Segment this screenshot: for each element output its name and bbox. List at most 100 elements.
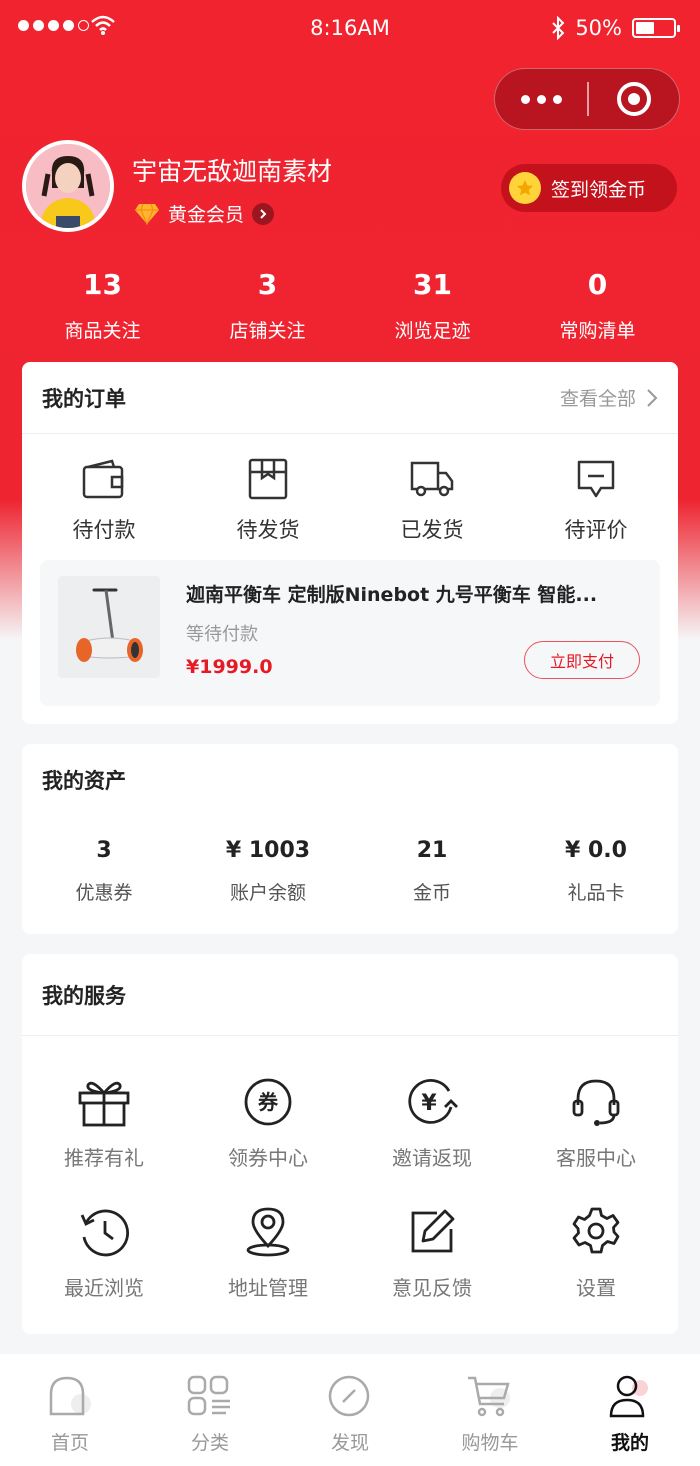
service-label: 意见反馈 [392, 1276, 472, 1300]
service-label: 地址管理 [228, 1276, 308, 1300]
gear-icon [572, 1207, 620, 1254]
tab-home[interactable]: 首页 [0, 1354, 140, 1466]
asset-label: 账户余额 [229, 882, 306, 904]
service-feedback[interactable]: 意见反馈 [350, 1204, 514, 1334]
history-icon [80, 1209, 130, 1257]
services-title: 我的服务 [42, 983, 126, 1008]
tab-cart[interactable]: 购物车 [420, 1354, 560, 1466]
stat-label: 常购清单 [559, 320, 636, 342]
asset-balance[interactable]: ¥ 1003 账户余额 [186, 838, 350, 905]
tab-label: 我的 [610, 1432, 649, 1454]
order-status-shipped[interactable]: 已发货 [350, 456, 514, 544]
gift-icon [78, 1081, 130, 1127]
asset-label: 优惠券 [75, 882, 133, 904]
chevron-right-icon [252, 202, 275, 225]
chevron-right-icon [647, 388, 658, 407]
service-label: 领券中心 [228, 1146, 308, 1170]
tab-mine[interactable]: 我的 [560, 1354, 700, 1466]
stat-value: 31 [413, 268, 452, 301]
service-invite-cashback[interactable]: ¥ 邀请返现 [350, 1074, 514, 1204]
checkin-button[interactable]: 签到领金币 [501, 164, 677, 212]
asset-value: ¥ 0.0 [565, 838, 627, 863]
miniprogram-capsule [494, 68, 680, 130]
checkin-label: 签到领金币 [551, 178, 647, 201]
battery-percent: 50% [575, 16, 622, 40]
stat-item[interactable]: 3 店铺关注 [185, 268, 350, 343]
service-recent-views[interactable]: 最近浏览 [22, 1204, 186, 1334]
asset-value: 3 [96, 838, 112, 863]
username: 宇宙无敌迦南素材 [132, 157, 333, 186]
close-button[interactable] [589, 81, 680, 117]
service-label: 客服中心 [556, 1146, 636, 1170]
avatar[interactable] [22, 140, 114, 232]
service-settings[interactable]: 设置 [514, 1204, 678, 1334]
order-status-text: 等待付款 [186, 624, 258, 645]
stat-item[interactable]: 31 浏览足迹 [350, 268, 515, 343]
asset-coupons[interactable]: 3 优惠券 [22, 838, 186, 905]
stat-value: 3 [257, 268, 278, 301]
stat-value: 0 [587, 268, 608, 301]
stat-label: 浏览足迹 [394, 320, 471, 342]
profile-stats: 13 商品关注 3 店铺关注 31 浏览足迹 0 常购清单 [20, 268, 680, 343]
cashback-icon: ¥ [408, 1079, 458, 1124]
tab-label: 购物车 [461, 1432, 519, 1454]
coupon-icon: 券 [244, 1078, 292, 1126]
coin-icon [509, 172, 541, 204]
order-status-pending-shipment[interactable]: 待发货 [186, 456, 350, 544]
asset-giftcard[interactable]: ¥ 0.0 礼品卡 [514, 838, 678, 905]
battery-icon [632, 18, 680, 38]
truck-icon [410, 461, 454, 497]
service-label: 最近浏览 [64, 1276, 144, 1300]
asset-label: 礼品卡 [567, 882, 625, 904]
orders-card: 我的订单 查看全部 待付款 待发货 已发货 待评价 迦南平衡车 定制版Nineb… [22, 362, 678, 724]
order-status-label: 待评价 [564, 518, 628, 542]
service-customer-support[interactable]: 客服中心 [514, 1074, 678, 1204]
bottom-tab-bar: 首页 分类 发现 购物车 我的 [0, 1354, 700, 1466]
tab-discover[interactable]: 发现 [280, 1354, 420, 1466]
service-referral[interactable]: 推荐有礼 [22, 1074, 186, 1204]
asset-value: 21 [416, 838, 448, 863]
stat-item[interactable]: 13 商品关注 [20, 268, 185, 343]
target-icon [616, 82, 651, 116]
bluetooth-icon [552, 16, 565, 40]
feedback-icon [411, 1209, 455, 1253]
order-status-pending-payment[interactable]: 待付款 [22, 456, 186, 544]
order-status-label: 待付款 [72, 518, 136, 542]
headset-icon [572, 1079, 620, 1126]
asset-label: 金币 [412, 882, 451, 904]
asset-coins[interactable]: 21 金币 [350, 838, 514, 905]
asset-value: ¥ 1003 [225, 838, 311, 863]
home-icon [49, 1376, 91, 1416]
product-title: 迦南平衡车 定制版Ninebot 九号平衡车 智能... [186, 584, 598, 606]
product-image [58, 576, 160, 678]
member-badge[interactable]: 黄金会员 [134, 200, 275, 227]
tab-label: 分类 [190, 1432, 229, 1454]
product-price: ¥1999.0 [186, 656, 273, 678]
stat-label: 店铺关注 [229, 320, 306, 342]
svg-text:券: 券 [257, 1090, 279, 1114]
category-icon [187, 1375, 230, 1416]
pay-now-button[interactable]: 立即支付 [524, 641, 640, 679]
order-item-card[interactable]: 迦南平衡车 定制版Ninebot 九号平衡车 智能... 等待付款 ¥1999.… [40, 560, 660, 706]
member-level: 黄金会员 [168, 204, 245, 226]
wallet-icon [82, 459, 124, 499]
comment-icon [577, 460, 615, 498]
battery-level [636, 22, 654, 34]
stat-label: 商品关注 [64, 320, 141, 342]
service-coupon-center[interactable]: 券 领券中心 [186, 1074, 350, 1204]
service-label: 邀请返现 [392, 1146, 472, 1170]
discover-icon [328, 1375, 370, 1417]
service-address[interactable]: 地址管理 [186, 1204, 350, 1334]
stat-item[interactable]: 0 常购清单 [515, 268, 680, 343]
user-icon [609, 1375, 648, 1418]
location-icon [246, 1207, 290, 1257]
cart-icon [468, 1376, 510, 1417]
tab-category[interactable]: 分类 [140, 1354, 280, 1466]
diamond-icon [135, 203, 159, 225]
order-status-label: 待发货 [236, 518, 300, 542]
order-status-pending-review[interactable]: 待评价 [514, 456, 678, 544]
service-label: 推荐有礼 [64, 1146, 144, 1170]
view-all-orders-link[interactable]: 查看全部 [560, 384, 658, 411]
order-status-label: 已发货 [400, 518, 464, 542]
more-button[interactable] [495, 69, 587, 129]
